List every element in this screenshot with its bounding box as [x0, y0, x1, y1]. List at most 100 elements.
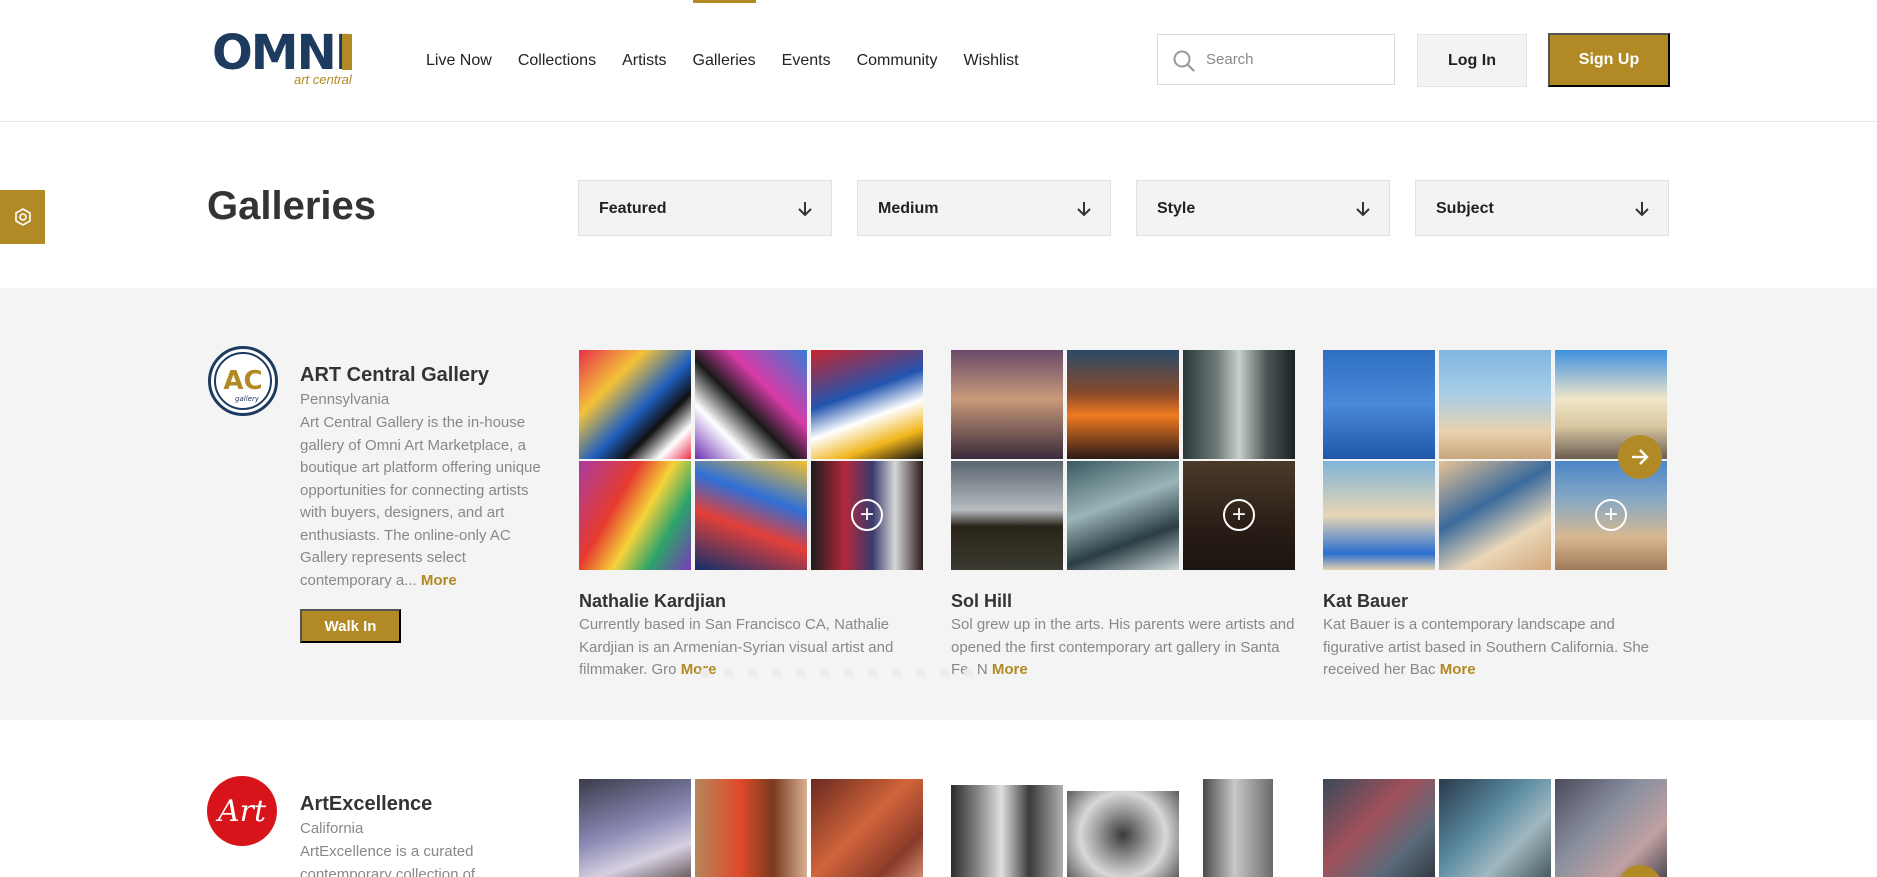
artwork-thumbnail[interactable]	[1067, 791, 1179, 877]
filter-label: Medium	[878, 200, 939, 217]
site-header: OMNI art central Live Now Collections Ar…	[0, 0, 1877, 122]
artwork-thumbnail[interactable]	[1439, 350, 1551, 459]
gallery-description-text: Art Central Gallery is the in-house gall…	[300, 414, 541, 589]
artwork-thumbnail[interactable]: +	[811, 461, 923, 570]
gallery-name[interactable]: ArtExcellence	[300, 793, 432, 816]
artist-artwork-grid: +	[579, 350, 925, 570]
artwork-thumbnail[interactable]	[951, 785, 1063, 877]
carousel-dot[interactable]	[772, 668, 782, 678]
nav-community[interactable]: Community	[857, 0, 938, 122]
arrow-down-icon	[798, 202, 812, 217]
artwork-thumbnail[interactable]	[579, 461, 691, 570]
svg-text:gallery: gallery	[235, 395, 260, 403]
nav-artists[interactable]: Artists	[622, 0, 666, 122]
login-button[interactable]: Log In	[1417, 34, 1527, 87]
artist-more-link[interactable]: More	[1440, 661, 1476, 678]
main-nav: Live Now Collections Artists Galleries E…	[426, 0, 1045, 122]
artwork-thumbnail[interactable]	[695, 461, 807, 570]
artwork-thumbnail[interactable]	[579, 779, 691, 877]
gallery-description: Art Central Gallery is the in-house gall…	[300, 412, 555, 592]
filter-medium[interactable]: Medium	[857, 180, 1111, 236]
side-settings-tab[interactable]	[0, 190, 45, 244]
carousel-dot[interactable]	[940, 668, 950, 678]
gallery-description: ArtExcellence is a curated contemporary …	[300, 843, 476, 877]
artwork-thumbnail[interactable]	[1323, 461, 1435, 570]
artwork-thumbnail[interactable]	[951, 350, 1063, 459]
filter-style[interactable]: Style	[1136, 180, 1390, 236]
carousel-dot[interactable]	[916, 668, 926, 678]
filter-label: Style	[1157, 200, 1196, 217]
artist-artwork-grid	[951, 779, 1297, 877]
gallery-more-link[interactable]: More	[421, 572, 457, 589]
artwork-thumbnail[interactable]	[1323, 779, 1435, 877]
add-plus-icon[interactable]: +	[1595, 499, 1627, 531]
artwork-thumbnail[interactable]	[1323, 350, 1435, 459]
artwork-thumbnail[interactable]	[1067, 350, 1179, 459]
artwork-thumbnail[interactable]	[695, 350, 807, 459]
search-icon[interactable]	[1172, 49, 1196, 73]
nav-collections[interactable]: Collections	[518, 0, 596, 122]
artist-name[interactable]: Kat Bauer	[1323, 591, 1408, 612]
gallery-name[interactable]: ART Central Gallery	[300, 364, 489, 387]
artist-artwork-grid	[579, 779, 925, 877]
artist-bio: Kat Bauer is a contemporary landscape an…	[1323, 614, 1673, 682]
filter-subject[interactable]: Subject	[1415, 180, 1669, 236]
artist-name[interactable]: Nathalie Kardjian	[579, 591, 726, 612]
search-input[interactable]	[1206, 35, 1386, 84]
nav-live-now[interactable]: Live Now	[426, 0, 492, 122]
omni-logo[interactable]: OMNI art central	[212, 28, 357, 90]
artist-name[interactable]: Sol Hill	[951, 591, 1012, 612]
artwork-thumbnail[interactable]	[1203, 779, 1273, 877]
artist-artwork-grid: +	[951, 350, 1297, 570]
artwork-thumbnail[interactable]: +	[1183, 461, 1295, 570]
search-box	[1157, 34, 1395, 85]
artwork-thumbnail[interactable]	[811, 779, 923, 877]
page-title: Galleries	[207, 184, 377, 228]
artist-more-link[interactable]: More	[992, 661, 1028, 678]
nav-events[interactable]: Events	[782, 0, 831, 122]
artwork-thumbnail[interactable]	[1439, 779, 1551, 877]
carousel-dot[interactable]	[868, 668, 878, 678]
arrow-down-icon	[1356, 202, 1370, 217]
gallery-avatar[interactable]: Art	[207, 776, 277, 846]
carousel-dot[interactable]	[796, 668, 806, 678]
gallery-location: California	[300, 820, 364, 837]
nav-wishlist[interactable]: Wishlist	[964, 0, 1019, 122]
carousel-dot[interactable]	[748, 668, 758, 678]
add-plus-icon[interactable]: +	[851, 499, 883, 531]
artist-bio: Sol grew up in the arts. His parents wer…	[951, 614, 1301, 682]
artwork-thumbnail[interactable]	[579, 350, 691, 459]
carousel-dot[interactable]	[892, 668, 902, 678]
carousel-dot[interactable]	[724, 668, 734, 678]
artist-artwork-grid: +	[1323, 350, 1669, 570]
logo-tagline: art central	[294, 72, 352, 87]
carousel-dot[interactable]	[820, 668, 830, 678]
artist-artwork-grid	[1323, 779, 1669, 877]
gallery-avatar[interactable]: AC gallery	[208, 346, 278, 416]
filter-featured[interactable]: Featured	[578, 180, 832, 236]
arrow-down-icon	[1635, 202, 1649, 217]
artwork-thumbnail[interactable]	[695, 779, 807, 877]
carousel-next-button[interactable]	[1618, 435, 1662, 479]
gallery-location: Pennsylvania	[300, 391, 390, 408]
ac-gallery-logo: AC gallery	[214, 352, 272, 410]
artwork-thumbnail[interactable]	[951, 461, 1063, 570]
artwork-thumbnail[interactable]	[1183, 350, 1295, 459]
svg-text:AC: AC	[223, 366, 262, 396]
signup-button[interactable]: Sign Up	[1548, 33, 1670, 87]
artwork-thumbnail[interactable]	[811, 350, 923, 459]
filter-label: Subject	[1436, 200, 1494, 217]
nav-galleries[interactable]: Galleries	[692, 0, 756, 122]
logo-wordmark: OMNI	[212, 25, 353, 81]
artwork-thumbnail[interactable]	[1439, 461, 1551, 570]
carousel-dot[interactable]	[964, 668, 974, 678]
carousel-dot[interactable]	[700, 668, 710, 678]
hexagon-settings-icon	[14, 208, 31, 226]
add-plus-icon[interactable]: +	[1223, 499, 1255, 531]
carousel-dot[interactable]	[844, 668, 854, 678]
artwork-thumbnail[interactable]	[1067, 461, 1179, 570]
walk-in-button[interactable]: Walk In	[300, 609, 401, 643]
artwork-thumbnail[interactable]: +	[1555, 461, 1667, 570]
artwork-thumbnail[interactable]	[1555, 779, 1667, 877]
filter-label: Featured	[599, 200, 667, 217]
